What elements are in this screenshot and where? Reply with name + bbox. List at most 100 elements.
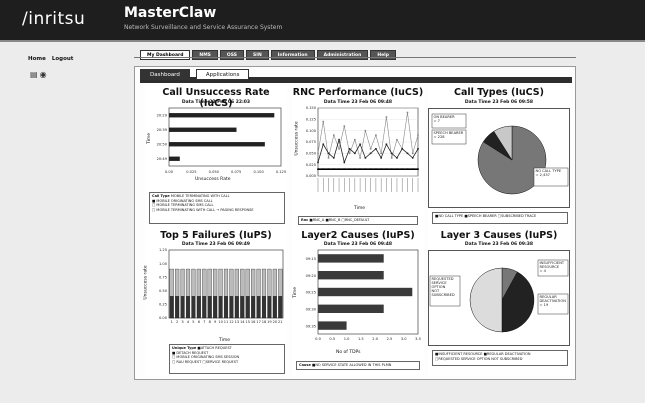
legend: ■INSUFFICIENT RESOURCE ■REGULAR DEACTIVA…: [432, 350, 568, 366]
data-point: [322, 143, 325, 146]
data-point: [354, 168, 356, 170]
bar-chart-svg: 20:29 20:39 20:50 20:49 0.00 0.025 0.050 0.075 0…: [157, 107, 286, 174]
tab-my-dashboard[interactable]: My Dashboard: [140, 50, 191, 60]
tab-oss[interactable]: OSS: [219, 50, 245, 60]
bar: [207, 268, 212, 297]
tab-nms[interactable]: NMS: [192, 50, 218, 60]
line-chart-svg: 0.150 0.125 0.100 0.075 0.050 0.025 0.000: [306, 106, 419, 192]
legend-item: MOBILE ORIGINATING SMS SESSION: [176, 355, 240, 360]
x-tick-label: 0.050: [209, 170, 220, 174]
bar: [202, 268, 207, 297]
data-point: [322, 168, 325, 170]
data-point: [322, 120, 325, 123]
data-point: [401, 148, 404, 150]
data-point: [375, 148, 377, 150]
chart-rnc-performance: RNC Performance (IuCS) Data Time 23 Feb …: [292, 86, 424, 228]
y-tick-label: 20:49: [157, 157, 168, 161]
legend: Unique Type ■ATTACH REQUEST ■ DETACH REQ…: [169, 344, 285, 374]
data-point: [396, 138, 398, 141]
bar: [278, 268, 283, 297]
callout-label: = 4: [540, 269, 547, 273]
y-tick-label: 20:39: [157, 128, 168, 132]
x-axis-label: Time: [354, 206, 366, 211]
bar: [185, 296, 191, 319]
legend-item: RAU REQUEST: [176, 360, 202, 365]
data-point: [417, 134, 419, 136]
data-point: [343, 168, 346, 170]
callout-label: SUBSCRIBED: [432, 293, 455, 297]
legend-title: Call Type: [152, 194, 170, 198]
legend-item: DETACH REQUEST: [176, 350, 209, 355]
data-point: [338, 148, 340, 150]
chart-time: Data Time 22 Feb 06 22:03: [181, 100, 251, 105]
data-point: [359, 168, 361, 170]
camera-icon[interactable]: ◉: [40, 70, 47, 79]
legend-item: REGULAR DEACTIVATION: [486, 352, 531, 356]
y-tick-label: 0.125: [306, 118, 316, 122]
tab-information[interactable]: Information: [270, 50, 315, 60]
tab-sin[interactable]: SIN: [246, 50, 269, 60]
data-point: [317, 161, 319, 164]
bar: [234, 296, 239, 319]
bar: [318, 287, 413, 297]
x-tick-label: 1.0: [344, 337, 350, 341]
bar: [318, 304, 384, 313]
bar: [240, 296, 245, 319]
chart-time: Data Time 23 Feb 06 09:38: [464, 242, 534, 247]
app-title: MasterClaw: [124, 5, 217, 21]
chart-call-unsuccess-rate: Call Unsuccess Rate (IuCS) Data Time 22 …: [145, 86, 287, 228]
tab-administration[interactable]: Administration: [316, 50, 369, 60]
x-tick-label: 17: [256, 320, 261, 324]
y-tick-label: 0.25: [159, 303, 167, 307]
chart-title: Call Types (IuCS): [454, 87, 544, 98]
legend-item: RNC_DEFAULT: [344, 218, 370, 222]
data-point: [359, 157, 361, 159]
y-tick-label: 20:50: [157, 143, 168, 147]
data-point: [401, 168, 404, 170]
data-point: [417, 148, 419, 150]
data-point: [364, 157, 367, 159]
tab-applications[interactable]: Applications: [195, 69, 250, 80]
callout-label: = 7: [434, 119, 440, 123]
document-icon[interactable]: ▤: [30, 70, 38, 79]
tab-help[interactable]: Help: [370, 50, 396, 60]
x-tick-label: 2.0: [372, 337, 378, 341]
x-tick-label: 11: [224, 320, 229, 324]
x-tick-label: 9: [214, 320, 217, 324]
x-tick-label: 1: [171, 320, 173, 324]
legend: Cause ■NO SERVICE STATE ALLOWED IN THIS …: [296, 361, 420, 370]
tab-dashboard[interactable]: Dashboard: [140, 69, 190, 80]
data-point: [343, 161, 346, 164]
data-point: [411, 168, 414, 170]
x-tick-label: 3: [181, 320, 183, 324]
x-tick-label: 2: [176, 320, 178, 324]
bar: [234, 268, 239, 297]
x-tick-label: 0.025: [186, 170, 196, 174]
bar: [175, 268, 180, 297]
data-point: [406, 168, 409, 170]
data-point: [390, 168, 393, 170]
data-point: [338, 168, 340, 170]
data-point: [390, 157, 393, 159]
bar: [256, 268, 261, 297]
bar: [229, 268, 234, 297]
data-point: [375, 168, 377, 170]
bar: [261, 268, 267, 297]
bar: [169, 142, 265, 147]
data-point: [385, 143, 388, 146]
data-point: [375, 134, 377, 136]
bar: [185, 268, 191, 297]
callout-label: = 19: [540, 303, 549, 307]
data-point: [417, 168, 419, 170]
chart-title: Top 5 FailureS (IuPS): [160, 230, 272, 241]
bar: [218, 268, 223, 297]
x-tick-label: 13: [235, 320, 240, 324]
bar: [251, 268, 256, 297]
home-link[interactable]: Home: [28, 56, 46, 62]
logout-link[interactable]: Logout: [52, 56, 74, 62]
data-point: [369, 152, 372, 155]
app-header: /inritsu MasterClaw Network Surveillance…: [0, 0, 645, 40]
bar: [175, 296, 180, 319]
bar: [196, 296, 201, 319]
x-tick-label: 21: [278, 320, 283, 324]
